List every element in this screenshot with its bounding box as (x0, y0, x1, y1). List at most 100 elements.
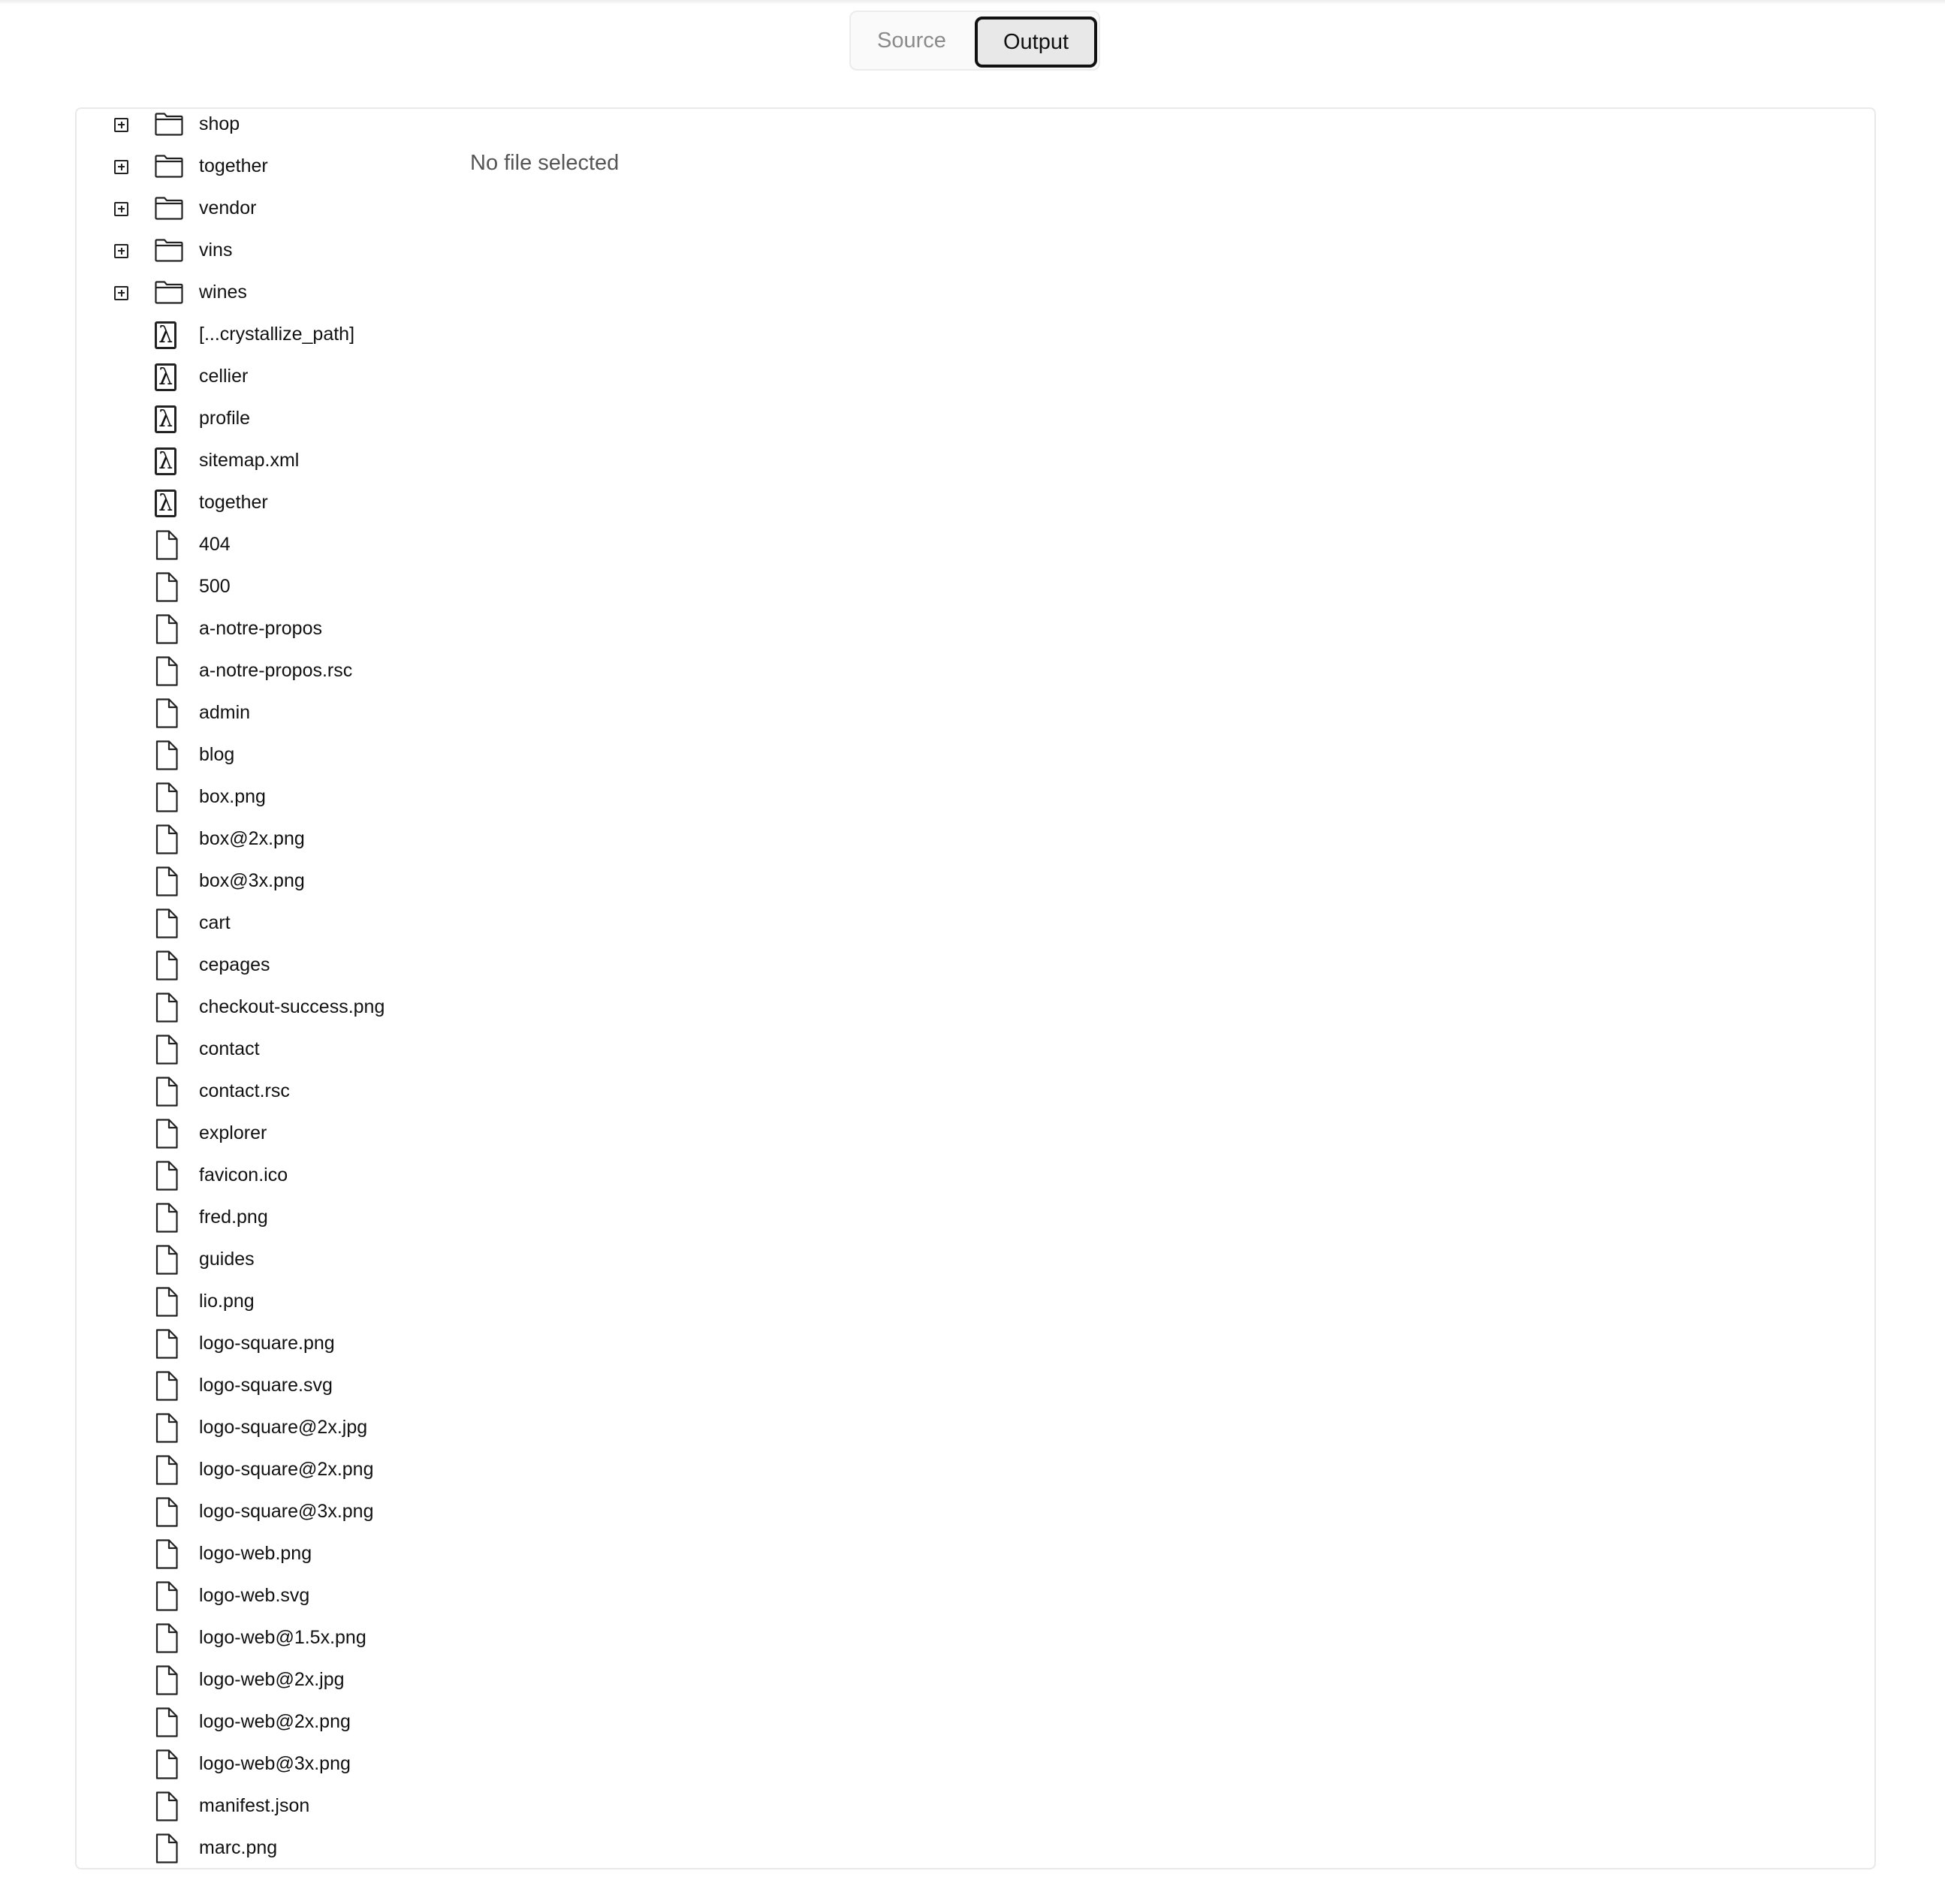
file-icon (155, 908, 178, 938)
file-icon (155, 1203, 178, 1233)
tree-file-row[interactable]: logo-square@2x.png (77, 1449, 497, 1491)
tree-file-row[interactable]: logo-web@2x.png (77, 1701, 497, 1743)
tree-file-row[interactable]: manifest.json (77, 1785, 497, 1827)
tree-item-label: a-notre-propos (199, 618, 322, 639)
tree-folder-row[interactable]: vins (77, 230, 497, 272)
expand-plus-icon[interactable] (114, 159, 128, 174)
tree-file-row[interactable]: a-notre-propos.rsc (77, 650, 497, 692)
file-icon (155, 993, 178, 1023)
tree-file-row[interactable]: a-notre-propos (77, 608, 497, 650)
tree-file-row[interactable]: contact (77, 1029, 497, 1071)
file-icon (155, 866, 178, 896)
tree-item-label: 500 (199, 576, 231, 597)
tree-file-row[interactable]: 404 (77, 524, 497, 566)
tree-item-label: sitemap.xml (199, 450, 300, 471)
tree-item-label: logo-square@2x.jpg (199, 1417, 368, 1438)
file-browser-panel: shop together vendor vins wines λ [...crystall… (75, 107, 1876, 1869)
tree-file-row[interactable]: box@2x.png (77, 818, 497, 860)
tree-item-label: lio.png (199, 1291, 255, 1312)
file-icon (155, 1791, 178, 1821)
file-icon (155, 824, 178, 854)
file-icon (155, 1035, 178, 1065)
file-icon (155, 1245, 178, 1275)
file-icon (155, 740, 178, 770)
tree-item-label: shop (199, 113, 240, 134)
tree-file-row[interactable]: cart (77, 902, 497, 944)
tree-folder-row[interactable]: together (77, 146, 497, 188)
tree-function-row[interactable]: λ [...crystallize_path] (77, 314, 497, 356)
tree-item-label: fred.png (199, 1207, 268, 1228)
tree-file-row[interactable]: logo-web@2x.jpg (77, 1659, 497, 1701)
tab-output[interactable]: Output (975, 17, 1097, 68)
file-icon (155, 1329, 178, 1359)
tree-file-row[interactable]: box.png (77, 776, 497, 818)
tree-file-row[interactable]: fred.png (77, 1197, 497, 1239)
file-icon (155, 1287, 178, 1317)
tree-file-row[interactable]: blog (77, 734, 497, 776)
folder-icon (155, 281, 183, 304)
tree-item-label: a-notre-propos.rsc (199, 660, 353, 681)
tree-function-row[interactable]: λ together (77, 482, 497, 524)
tree-file-row[interactable]: checkout-success.png (77, 987, 497, 1029)
expand-plus-icon[interactable] (114, 201, 128, 216)
tree-item-label: guides (199, 1249, 255, 1270)
file-icon (155, 950, 178, 981)
tree-file-row[interactable]: admin (77, 692, 497, 734)
file-icon (155, 1665, 178, 1695)
tree-file-row[interactable]: logo-web@1.5x.png (77, 1617, 497, 1659)
tree-item-label: cellier (199, 366, 249, 387)
file-icon (155, 1497, 178, 1527)
lambda-function-icon: λ (155, 405, 176, 433)
tree-function-row[interactable]: λ cellier (77, 356, 497, 398)
tree-item-label: vendor (199, 197, 257, 218)
tree-file-row[interactable]: logo-web@3x.png (77, 1743, 497, 1785)
tree-item-label: marc.png (199, 1837, 278, 1858)
tree-item-label: logo-square.svg (199, 1375, 333, 1396)
file-icon (155, 1749, 178, 1779)
tree-item-label: admin (199, 702, 251, 723)
tree-item-label: checkout-success.png (199, 996, 385, 1017)
tree-item-label: cepages (199, 954, 270, 975)
tree-file-row[interactable]: logo-square.png (77, 1323, 497, 1365)
tree-file-row[interactable]: favicon.ico (77, 1155, 497, 1197)
file-icon (155, 1455, 178, 1485)
expand-plus-icon[interactable] (114, 285, 128, 300)
tree-folder-row[interactable]: wines (77, 272, 497, 314)
expand-plus-icon[interactable] (114, 117, 128, 132)
tree-file-row[interactable]: explorer (77, 1113, 497, 1155)
tree-file-row[interactable]: logo-square@2x.jpg (77, 1407, 497, 1449)
tree-item-label: logo-web.png (199, 1543, 312, 1564)
tree-function-row[interactable]: λ profile (77, 398, 497, 440)
tree-file-row[interactable]: lio.png (77, 1281, 497, 1323)
tree-folder-row[interactable]: shop (77, 109, 497, 146)
file-icon (155, 1413, 178, 1443)
tree-file-row[interactable]: contact.rsc (77, 1071, 497, 1113)
tree-file-row[interactable]: logo-web.png (77, 1533, 497, 1575)
tree-file-row[interactable]: box@3x.png (77, 860, 497, 902)
tree-item-label: favicon.ico (199, 1164, 288, 1185)
file-icon (155, 698, 178, 728)
file-icon (155, 656, 178, 686)
tree-file-row[interactable]: cepages (77, 944, 497, 987)
file-icon (155, 782, 178, 812)
tab-source[interactable]: Source (855, 17, 968, 68)
tree-item-label: logo-square@2x.png (199, 1459, 374, 1480)
tree-file-row[interactable]: guides (77, 1239, 497, 1281)
tree-item-label: together (199, 155, 268, 176)
tree-item-label: contact (199, 1038, 260, 1059)
file-icon (155, 1161, 178, 1191)
tree-file-row[interactable]: logo-square.svg (77, 1365, 497, 1407)
tree-file-row[interactable]: 500 (77, 566, 497, 608)
top-shadow (0, 0, 1945, 5)
folder-icon (155, 197, 183, 220)
tree-item-label: profile (199, 408, 251, 429)
tree-function-row[interactable]: λ sitemap.xml (77, 440, 497, 482)
tree-file-row[interactable]: marc.png (77, 1827, 497, 1868)
tree-item-label: 404 (199, 534, 231, 555)
expand-plus-icon[interactable] (114, 243, 128, 258)
tree-file-row[interactable]: logo-square@3x.png (77, 1491, 497, 1533)
tree-file-row[interactable]: logo-web.svg (77, 1575, 497, 1617)
tree-folder-row[interactable]: vendor (77, 188, 497, 230)
file-icon (155, 1119, 178, 1149)
tree-item-label: together (199, 492, 268, 513)
